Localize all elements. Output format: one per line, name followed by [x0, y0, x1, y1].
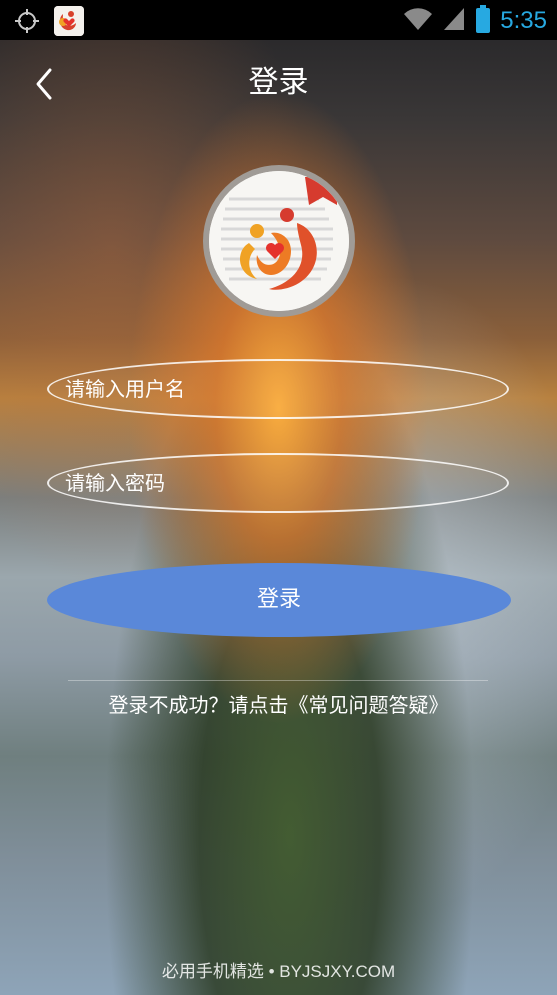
password-field[interactable]	[47, 453, 509, 513]
status-left	[14, 6, 84, 36]
username-field[interactable]	[47, 359, 509, 419]
divider	[68, 680, 488, 681]
login-screen: 5:35 登录 请输入用户名 登录 登录不成功？请点击《常见问题答疑》 必用手机…	[0, 0, 557, 995]
status-bar: 5:35	[0, 0, 557, 40]
login-button[interactable]: 登录	[47, 563, 511, 637]
status-time: 5:35	[500, 7, 547, 34]
watermark: 必用手机精选 • BYJSJXY.COM	[161, 962, 396, 981]
password-input[interactable]	[65, 465, 485, 501]
username-input[interactable]	[65, 371, 485, 407]
app-logo	[203, 165, 355, 317]
page-title: 登录	[248, 65, 309, 100]
wifi-icon	[402, 6, 434, 36]
nav-bar: 登录	[0, 40, 557, 128]
battery-icon	[474, 4, 492, 38]
faq-link[interactable]: 登录不成功？请点击《常见问题答疑》	[0, 690, 557, 720]
app-notification-icon	[54, 6, 84, 36]
signal-icon	[442, 6, 466, 36]
status-right: 5:35	[402, 4, 547, 38]
gps-icon	[14, 8, 40, 34]
